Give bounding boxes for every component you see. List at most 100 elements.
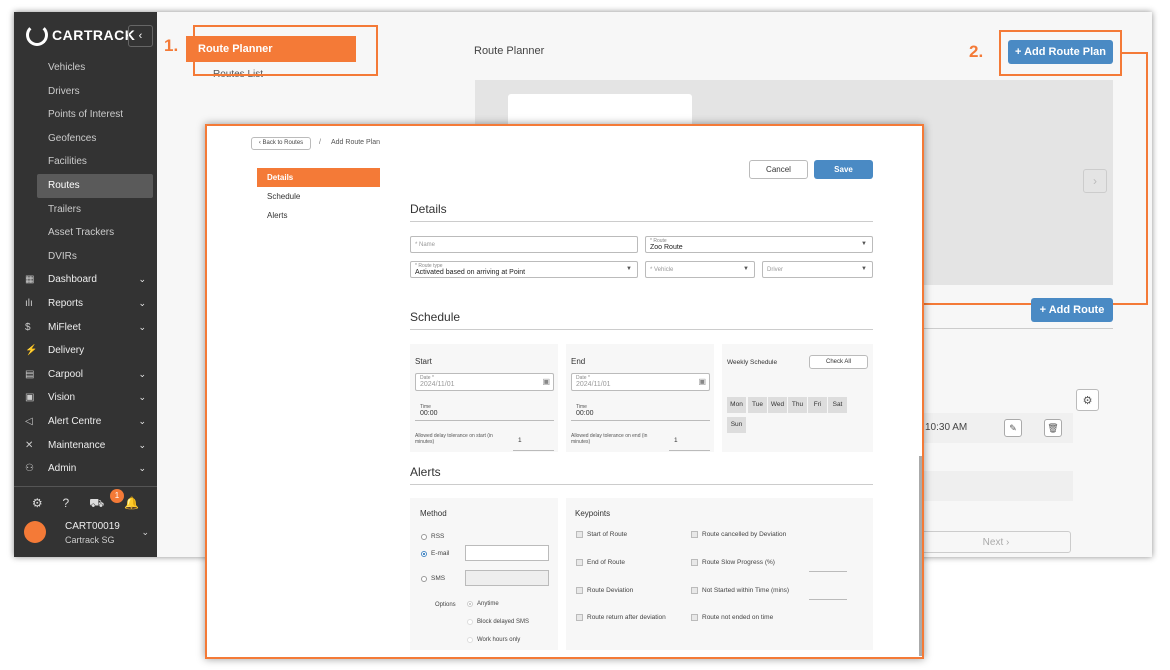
end-time-value[interactable]: 00:00: [576, 410, 594, 417]
divider: [410, 221, 873, 222]
sidebar-group-dashboard[interactable]: ▦ Dashboard ⌄: [14, 268, 157, 292]
bell-icon[interactable]: 🔔: [124, 496, 139, 512]
sidebar-item-routes[interactable]: Routes: [37, 173, 153, 198]
checkbox-route-return[interactable]: [576, 614, 583, 621]
name-field[interactable]: * Name: [410, 236, 638, 253]
back-to-routes-button[interactable]: ‹ Back to Routes: [251, 137, 311, 150]
sidebar-group-alert-centre[interactable]: ◁ Alert Centre ⌄: [14, 410, 157, 434]
checkbox-route-cancelled[interactable]: [691, 531, 698, 538]
calendar-icon[interactable]: ▣: [542, 377, 550, 386]
help-icon[interactable]: ?: [63, 496, 70, 512]
sidebar-group-vision[interactable]: ▣ Vision ⌄: [14, 386, 157, 410]
route-select[interactable]: * Route Zoo Route ▼: [645, 236, 873, 253]
checkbox-route-not-ended[interactable]: [691, 614, 698, 621]
slow-progress-input[interactable]: [809, 571, 847, 572]
route-type-select[interactable]: * Route type Activated based on arriving …: [410, 261, 638, 278]
footer-icons: ⚙ ? ⛟ 🔔 1: [14, 487, 157, 521]
anytime-label: Anytime: [477, 601, 499, 607]
scrollbar[interactable]: [919, 456, 922, 656]
checkbox-start-of-route[interactable]: [576, 531, 583, 538]
carousel-next-button[interactable]: ›: [1083, 169, 1107, 193]
day-toggle-wed[interactable]: Wed: [768, 397, 787, 413]
calendar-icon: ▤: [25, 368, 35, 380]
sidebar-item-asset-trackers[interactable]: Asset Trackers: [14, 221, 157, 245]
edit-icon[interactable]: ✎: [1004, 419, 1022, 437]
nav-schedule[interactable]: Schedule: [257, 187, 380, 206]
day-toggle-tue[interactable]: Tue: [748, 397, 767, 413]
calendar-icon[interactable]: ▣: [698, 377, 706, 386]
sidebar-item-geofences[interactable]: Geofences: [14, 127, 157, 151]
end-card: End Date * 2024/11/01 ▣ Time 00:00 Allowed…: [566, 344, 714, 452]
anytime-radio[interactable]: [467, 601, 473, 607]
sms-input[interactable]: [465, 570, 549, 586]
sms-radio[interactable]: [421, 576, 427, 582]
checkbox-slow-progress[interactable]: [691, 559, 698, 566]
sidebar-item-points-of-interest[interactable]: Points of Interest: [14, 103, 157, 127]
check-all-button[interactable]: Check All: [809, 355, 868, 369]
vehicle-alert-icon[interactable]: ⛟: [89, 496, 104, 512]
driver-select[interactable]: Driver ▼: [762, 261, 873, 278]
start-card: Start Date * 2024/11/01 ▣ Time 00:00 Allow…: [410, 344, 558, 452]
end-date-field[interactable]: Date * 2024/11/01 ▣: [571, 373, 710, 391]
sidebar-group-maintenance[interactable]: ✕ Maintenance ⌄: [14, 434, 157, 458]
block-sms-radio[interactable]: [467, 619, 473, 625]
day-toggle-thu[interactable]: Thu: [788, 397, 807, 413]
add-route-button[interactable]: + Add Route: [1031, 298, 1113, 322]
nav-details[interactable]: Details: [257, 168, 380, 187]
sidebar-group-reports[interactable]: ılı Reports ⌄: [14, 292, 157, 316]
email-radio[interactable]: [421, 551, 427, 557]
divider: [410, 329, 873, 330]
column-settings-button[interactable]: ⚙: [1076, 389, 1099, 411]
delete-icon[interactable]: 🗑: [1044, 419, 1062, 437]
user-menu[interactable]: CART00019 Cartrack SG ⌄: [24, 519, 154, 549]
brand-name: CARTRACK: [52, 27, 136, 43]
cancel-button[interactable]: Cancel: [749, 160, 808, 179]
megaphone-icon: ◁: [25, 415, 33, 427]
sidebar-nav: Vehicles Drivers Points of Interest Geof…: [14, 56, 157, 481]
end-title: End: [571, 357, 586, 366]
sidebar-group-admin[interactable]: ⚇ Admin ⌄: [14, 457, 157, 481]
nav-alerts[interactable]: Alerts: [257, 206, 380, 225]
sidebar-group-label: Alert Centre: [48, 415, 102, 427]
email-input[interactable]: [465, 545, 549, 561]
pagination-next-button[interactable]: Next ›: [921, 531, 1071, 553]
sidebar-item-dvirs[interactable]: DVIRs: [14, 245, 157, 269]
day-toggle-mon[interactable]: Mon: [727, 397, 746, 413]
start-tolerance-input[interactable]: 1: [518, 437, 522, 444]
keypoint-label: Not Started within Time (mins): [702, 587, 790, 594]
sidebar-group-mifleet[interactable]: $ MiFleet ⌄: [14, 316, 157, 340]
table-row: [921, 471, 1073, 501]
checkbox-not-started[interactable]: [691, 587, 698, 594]
sidebar-item-drivers[interactable]: Drivers: [14, 80, 157, 104]
step-1-label: 1.: [164, 36, 179, 55]
save-button[interactable]: Save: [814, 160, 873, 179]
day-toggle-sat[interactable]: Sat: [828, 397, 847, 413]
day-toggle-sun[interactable]: Sun: [727, 417, 746, 433]
sidebar-item-facilities[interactable]: Facilities: [14, 150, 157, 174]
end-tolerance-input[interactable]: 1: [674, 437, 678, 444]
sidebar-group-label: Dashboard: [48, 274, 97, 286]
sidebar-item-vehicles[interactable]: Vehicles: [14, 56, 157, 80]
divider: [923, 328, 1113, 329]
not-started-input[interactable]: [809, 599, 847, 600]
cartrack-logo-icon: [26, 24, 48, 46]
checkbox-route-deviation[interactable]: [576, 587, 583, 594]
day-toggle-fri[interactable]: Fri: [808, 397, 827, 413]
input-underline: [513, 450, 554, 451]
sidebar-item-trailers[interactable]: Trailers: [14, 198, 157, 222]
start-date-field[interactable]: Date * 2024/11/01 ▣: [415, 373, 554, 391]
collapse-sidebar-button[interactable]: ‹: [128, 25, 153, 47]
settings-icon[interactable]: ⚙: [32, 496, 43, 512]
brand-logo[interactable]: CARTRACK: [26, 24, 135, 46]
work-hours-radio[interactable]: [467, 637, 473, 643]
camera-icon: ▣: [25, 392, 35, 404]
checkbox-end-of-route[interactable]: [576, 559, 583, 566]
admin-icon: ⚇: [25, 463, 34, 475]
rss-radio[interactable]: [421, 534, 427, 540]
sidebar-group-delivery[interactable]: ⚡ Delivery: [14, 339, 157, 363]
vehicle-select[interactable]: * Vehicle ▼: [645, 261, 755, 278]
field-label: Driver: [767, 267, 783, 273]
sidebar-group-label: Reports: [48, 297, 84, 309]
sidebar-group-carpool[interactable]: ▤ Carpool ⌄: [14, 363, 157, 387]
start-time-value[interactable]: 00:00: [420, 410, 438, 417]
